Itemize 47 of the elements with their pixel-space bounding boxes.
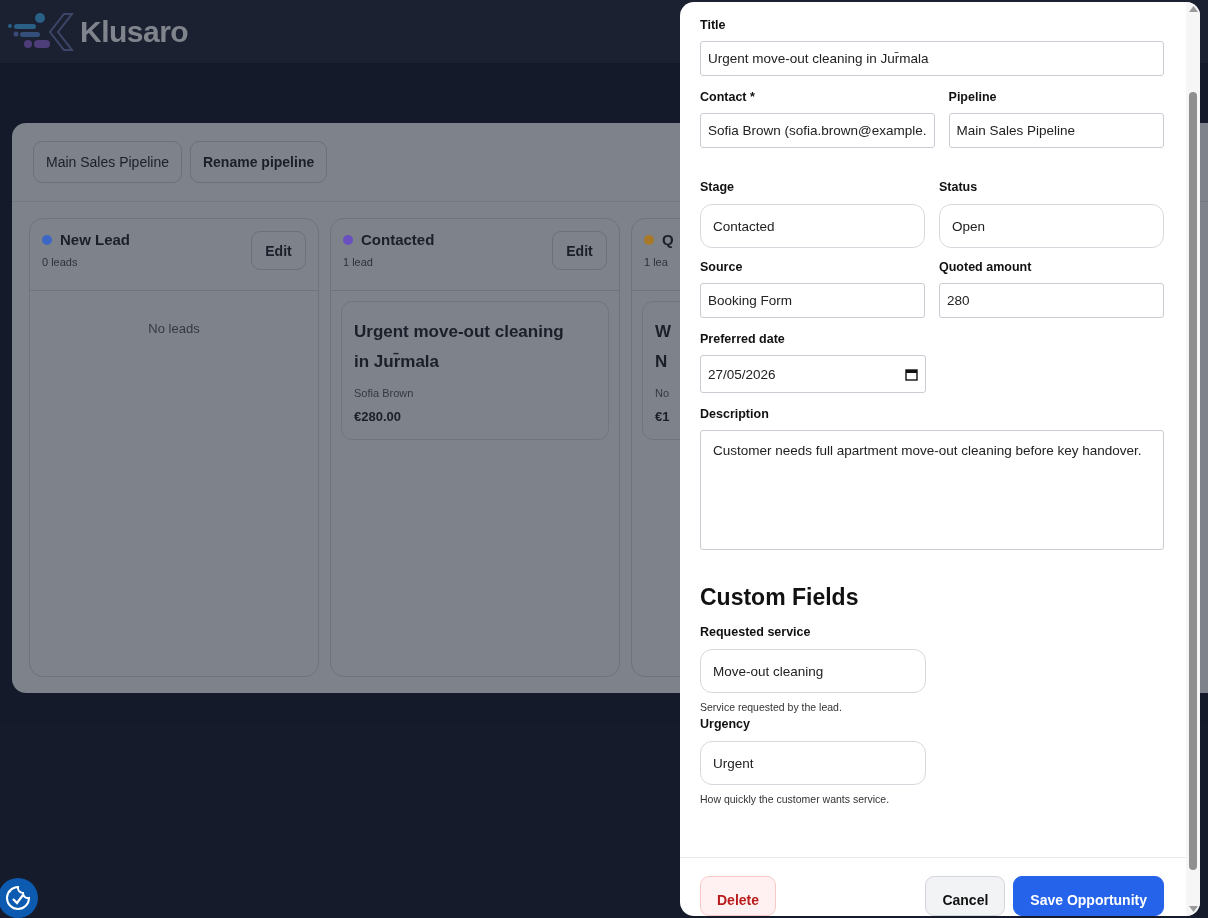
delete-button[interactable]: Delete — [700, 876, 777, 916]
edit-stage-button[interactable]: Edit — [251, 231, 306, 270]
lead-count: 1 lead — [343, 256, 374, 268]
select-field[interactable]: Urgent — [700, 741, 926, 785]
lead-count: 1 lea — [644, 256, 669, 268]
empty-message: No leads — [147, 321, 201, 336]
input-field[interactable]: Urgent move-out cleaning in Jur̄mala — [700, 41, 1164, 76]
input-field[interactable]: Booking Form — [700, 283, 925, 318]
lead-amount: €280.00 — [354, 409, 402, 424]
field-hint: How quickly the customer wants service. — [700, 793, 891, 805]
lead-contact: Sofia Brown — [354, 387, 415, 399]
field-label: Requested service — [700, 625, 812, 639]
field-label: Contact * — [700, 90, 756, 104]
select-field[interactable]: Move-out cleaning — [700, 649, 926, 693]
lead-card[interactable]: Urgent move-out cleaning in Jur̄mala Sofia Brown €280.00 — [341, 301, 609, 440]
field-label: Description — [700, 407, 770, 421]
field-label: Preferred date — [700, 332, 786, 346]
lead-count: 0 leads — [42, 256, 79, 268]
field-label: Status — [939, 180, 979, 194]
rename-pipeline-button[interactable]: Rename pipeline — [189, 141, 328, 183]
cancel-button[interactable]: Cancel — [925, 876, 1006, 916]
select-field[interactable]: Open — [939, 204, 1164, 248]
pipeline-selector[interactable]: Main Sales Pipeline — [33, 141, 182, 183]
save-button[interactable]: Save Opportunity — [1013, 876, 1164, 916]
field-label: Stage — [700, 180, 736, 194]
stage-name: Q — [662, 231, 674, 248]
field-label: Source — [700, 260, 744, 274]
lead-title: Urgent move-out cleaning in Jur̄mala — [354, 321, 565, 373]
date-field[interactable]: 27/05/2026 — [700, 355, 926, 393]
lead-title: W N — [655, 321, 673, 373]
input-field[interactable]: Main Sales Pipeline — [948, 113, 1164, 148]
field-label: Title — [700, 18, 727, 32]
field-label: Urgency — [700, 717, 752, 731]
field-label: Quoted amount — [939, 260, 1033, 274]
input-field[interactable]: 280 — [939, 283, 1164, 318]
stage-name: Contacted — [361, 231, 435, 248]
field-label: Pipeline — [948, 90, 998, 104]
lead-amount: €1 — [655, 409, 671, 424]
stage-name: New Lead — [60, 231, 131, 248]
select-field[interactable]: Contacted — [700, 204, 925, 248]
lead-contact: No — [655, 387, 671, 399]
field-hint: Service requested by the lead. — [700, 701, 843, 713]
section-heading: Custom Fields — [700, 584, 860, 611]
input-field[interactable]: Sofia Brown (sofia.brown@example. — [700, 113, 935, 148]
textarea-field[interactable]: Customer needs full apartment move-out cleaning before key handover. — [700, 430, 1164, 550]
brand-name: Klusaro — [80, 14, 189, 49]
edit-stage-button[interactable]: Edit — [552, 231, 607, 270]
